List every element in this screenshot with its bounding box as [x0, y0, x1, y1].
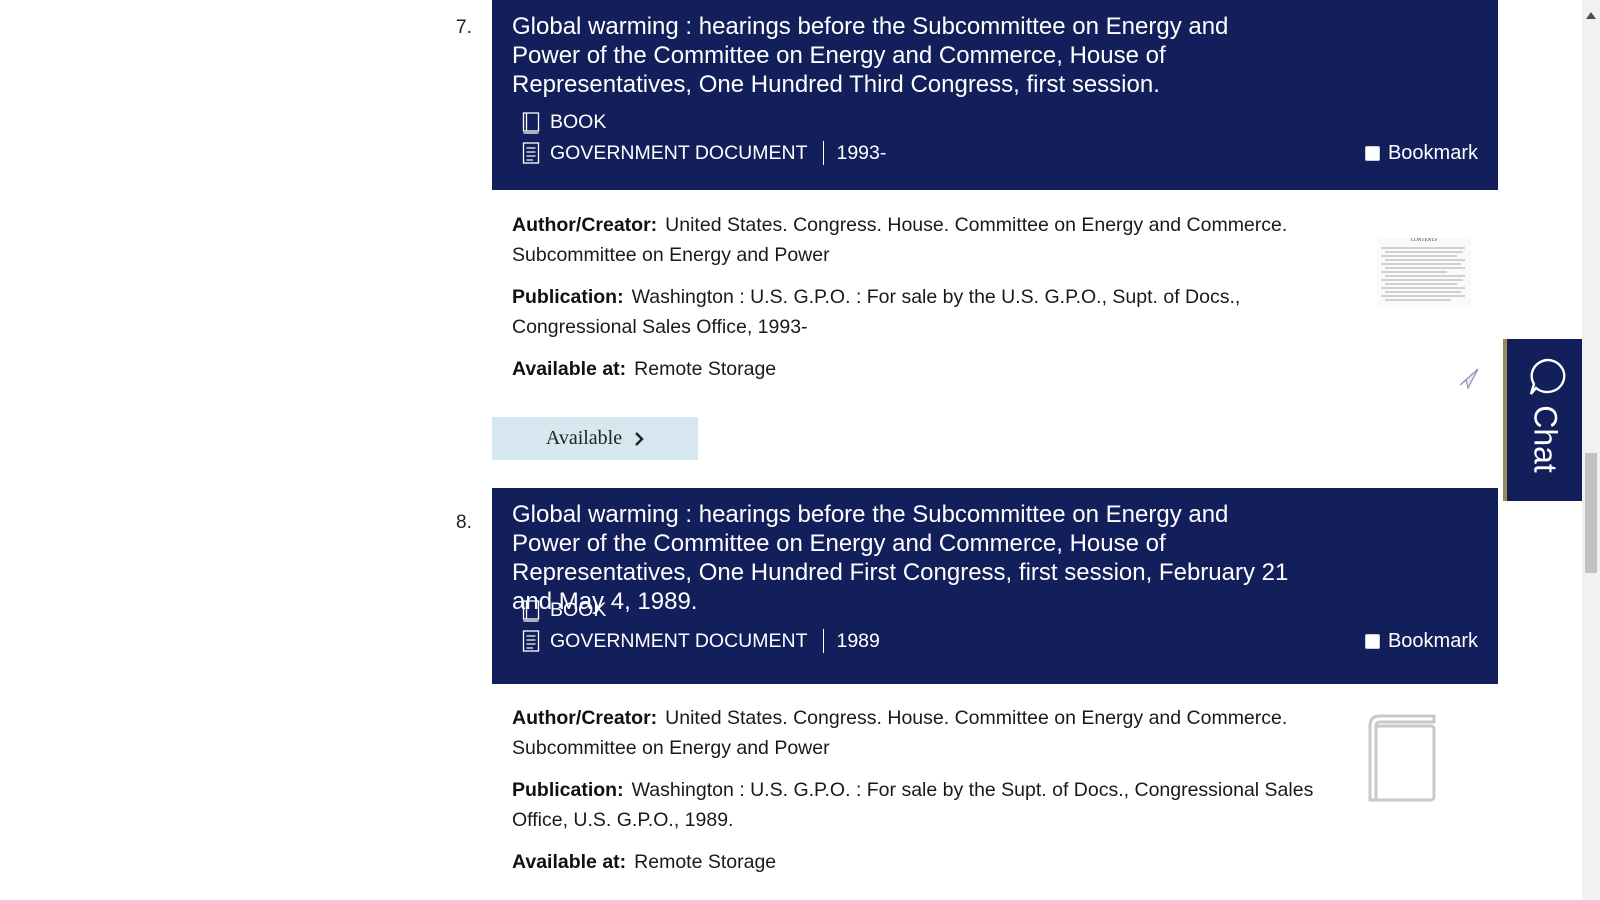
format-doc-label: GOVERNMENT DOCUMENT — [550, 141, 808, 164]
book-icon — [522, 111, 540, 134]
chat-label: Chat — [1527, 405, 1563, 473]
publication-label: Publication: — [512, 779, 624, 801]
result-details: Author/Creator: United States. Congress. … — [512, 703, 1352, 889]
checkbox-box[interactable] — [1364, 146, 1380, 161]
bookmark-checkbox[interactable]: Bookmark — [1364, 630, 1478, 653]
bookmark-label: Bookmark — [1387, 142, 1478, 164]
cover-thumbnail[interactable]: CONTENTS — [1377, 238, 1471, 308]
format-doc-label: GOVERNMENT DOCUMENT — [550, 629, 808, 652]
available-label: Available at: — [512, 851, 627, 873]
availability-row: Available at: Remote Storage — [512, 354, 1352, 384]
scrollbar-thumb[interactable] — [1585, 453, 1597, 573]
publication-row: Publication: Washington : U.S. G.P.O. : F… — [512, 775, 1352, 835]
book-icon — [522, 599, 540, 622]
author-label: Author/Creator: — [512, 707, 658, 729]
bookmark-checkbox[interactable]: Bookmark — [1364, 142, 1478, 165]
format-government-document: GOVERNMENT DOCUMENT 1989 — [522, 629, 880, 653]
format-government-document: GOVERNMENT DOCUMENT 1993- — [522, 141, 886, 165]
result-header: Global warming : hearings before the Sub… — [492, 0, 1498, 190]
availability-row: Available at: Remote Storage — [512, 847, 1352, 877]
chat-bubble-icon — [1529, 358, 1566, 395]
author-row: Author/Creator: United States. Congress. … — [512, 210, 1352, 270]
author-row: Author/Creator: United States. Congress. … — [512, 703, 1352, 763]
chat-button[interactable]: Chat — [1503, 339, 1582, 501]
result-number: 7. — [456, 17, 472, 38]
format-book-label: BOOK — [550, 599, 607, 621]
available-label: Available at: — [512, 358, 627, 380]
publication-date: 1989 — [836, 629, 880, 652]
separator — [823, 141, 825, 165]
available-value: Remote Storage — [634, 851, 777, 873]
publication-label: Publication: — [512, 286, 624, 308]
document-thumbnail-image: CONTENTS — [1377, 238, 1471, 308]
available-value: Remote Storage — [634, 358, 777, 380]
bookmark-label: Bookmark — [1387, 630, 1478, 652]
send-icon[interactable] — [1457, 365, 1481, 391]
result-title-link[interactable]: Global warming : hearings before the Sub… — [512, 12, 1302, 99]
result-title-link[interactable]: Global warming : hearings before the Sub… — [512, 500, 1302, 616]
document-icon — [522, 142, 540, 164]
publication-date: 1993- — [836, 141, 887, 164]
result-number: 8. — [456, 512, 472, 533]
format-book: BOOK — [522, 111, 606, 134]
availability-button-label: Available — [545, 427, 623, 449]
document-icon — [522, 630, 540, 652]
separator — [823, 629, 825, 653]
format-book-label: BOOK — [550, 111, 607, 133]
result-details: Author/Creator: United States. Congress. … — [512, 210, 1352, 396]
book-placeholder-icon — [1368, 714, 1436, 802]
thumbnail-heading: CONTENTS — [1411, 238, 1437, 243]
vertical-scrollbar[interactable] — [1582, 0, 1600, 900]
chevron-right-icon — [635, 431, 644, 446]
checkbox-box[interactable] — [1364, 634, 1380, 649]
result-header: Global warming : hearings before the Sub… — [492, 488, 1498, 684]
publication-value: Washington : U.S. G.P.O. : For sale by t… — [512, 779, 1314, 831]
author-label: Author/Creator: — [512, 214, 658, 236]
availability-button[interactable]: Available — [492, 417, 698, 460]
scroll-up-arrow[interactable] — [1586, 12, 1596, 19]
publication-row: Publication: Washington : U.S. G.P.O. : F… — [512, 282, 1352, 342]
format-book: BOOK — [522, 599, 606, 622]
